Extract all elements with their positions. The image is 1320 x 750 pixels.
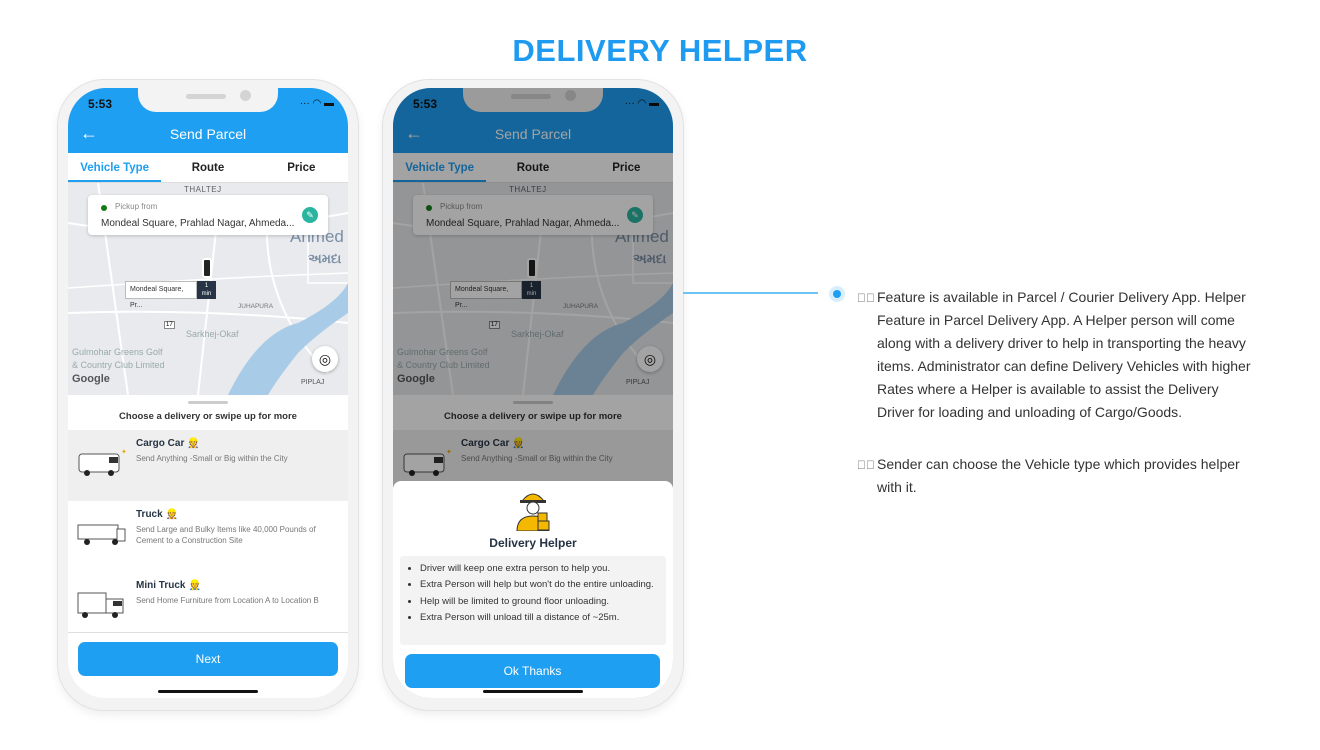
connector-dot (829, 286, 845, 302)
feature-item: ✓⃝ Feature is available in Parcel / Couri… (857, 286, 1257, 424)
page-title: DELIVERY HELPER (512, 33, 808, 68)
app-header: 5:53 ··· ◠ ▬ ← Send Parcel (68, 88, 348, 153)
eta-badge: 1 min (197, 281, 216, 299)
vehicle-desc: Send Anything -Small or Big within the C… (136, 454, 288, 463)
highway-badge: 17 (164, 321, 175, 329)
next-button[interactable]: Next (78, 642, 338, 676)
status-time: 5:53 (88, 97, 113, 111)
phone-notch (138, 88, 278, 112)
eta-value: 1 (204, 283, 209, 289)
svg-text:✦: ✦ (121, 448, 127, 456)
ok-thanks-button[interactable]: Ok Thanks (405, 654, 660, 688)
tab-bar: Vehicle Type Route Price (68, 153, 348, 183)
helper-info-item: Extra Person will unload till a distance… (420, 610, 666, 626)
vehicle-row-cargo-car[interactable]: ✦ Cargo Car 👷 Send Anything -Small or Big… (68, 430, 348, 501)
map-label: Sarkhej-Okaf (186, 329, 239, 339)
helper-info-list: Driver will keep one extra person to hel… (400, 556, 666, 645)
connector-line (683, 292, 818, 294)
delivery-helper-modal: Delivery Helper Driver will keep one ext… (393, 481, 673, 698)
pickup-label: Pickup from (115, 202, 158, 211)
phone-screen: 5:53 ··· ◠ ▬ ← Send Parcel Vehicle Type … (393, 88, 673, 698)
pickup-address: Mondeal Square, Prahlad Nagar, Ahmeda... (101, 218, 295, 229)
feature-item: ✓⃝ Sender can choose the Vehicle type whi… (857, 453, 1257, 499)
map-label: Gulmohar Greens Golf (72, 347, 163, 357)
vehicle-name-text: Cargo Car (136, 438, 185, 449)
pickup-card[interactable]: Pickup from Mondeal Square, Prahlad Naga… (88, 195, 328, 235)
marker-label: Mondeal Square, Pr... (125, 281, 197, 309)
speaker (186, 94, 226, 99)
feature-text: Sender can choose the Vehicle type which… (877, 456, 1240, 495)
home-indicator (158, 690, 258, 693)
check-circle-icon: ✓⃝ (857, 291, 875, 305)
vehicle-row-truck[interactable]: Truck👷 Send Large and Bulky Items like 4… (68, 501, 348, 572)
drag-handle[interactable] (188, 401, 228, 404)
vehicle-name-text: Truck (136, 509, 163, 520)
vehicle-name: Mini Truck👷 (136, 580, 201, 591)
phone-screen: 5:53 ··· ◠ ▬ ← Send Parcel Vehicle Type … (68, 88, 348, 698)
helper-info-item: Driver will keep one extra person to hel… (420, 561, 666, 577)
cargo-van-icon: ✦ (78, 448, 127, 476)
nav-title: Send Parcel (169, 126, 247, 142)
pickup-dot-icon (101, 205, 107, 211)
helper-badge-icon: 👷 (188, 580, 201, 591)
home-indicator (483, 690, 583, 693)
vehicle-desc: Send Large and Bulky Items like 40,000 P… (136, 525, 316, 545)
map-label: & Country Club Limited (72, 360, 165, 370)
map-label: અમદા (308, 251, 342, 266)
helper-info-item: Extra Person will help but won't do the … (420, 577, 666, 593)
vehicle-desc: Send Home Furniture from Location A to L… (136, 596, 319, 605)
helper-badge-icon: 👷 (165, 509, 179, 520)
vehicle-sheet: Choose a delivery or swipe up for more ✦… (68, 395, 348, 698)
delivery-helper-icon (516, 493, 550, 531)
map-label: PIPLAJ (301, 379, 325, 386)
mini-truck-icon (77, 592, 124, 618)
modal-title: Delivery Helper (489, 536, 577, 550)
truck-icon (77, 524, 126, 545)
eta-unit: min (201, 291, 212, 297)
phone-delivery-helper-popup: 5:53 ··· ◠ ▬ ← Send Parcel Vehicle Type … (383, 80, 683, 710)
edit-pencil-icon[interactable]: ✎ (302, 207, 318, 223)
camera (240, 90, 251, 101)
divider (68, 632, 348, 633)
map-label: THALTEJ (184, 185, 222, 194)
phone-vehicle-selection: 5:53 ··· ◠ ▬ ← Send Parcel Vehicle Type … (58, 80, 358, 710)
vehicle-name: Cargo Car 👷 (136, 438, 200, 449)
locate-me-icon[interactable]: ◎ (312, 346, 338, 372)
car-marker-icon (202, 258, 212, 278)
check-circle-icon: ✓⃝ (857, 458, 875, 472)
sheet-hint: Choose a delivery or swipe up for more (119, 411, 297, 422)
helper-info-item: Help will be limited to ground floor unl… (420, 594, 666, 610)
vehicle-name: Truck👷 (136, 509, 178, 520)
google-logo: Google (72, 373, 110, 385)
feature-text: Feature is available in Parcel / Courier… (877, 289, 1251, 420)
tab-price[interactable]: Price (255, 153, 348, 182)
tab-vehicle-type[interactable]: Vehicle Type (68, 153, 162, 182)
status-icons: ··· ◠ ▬ (299, 98, 334, 109)
helper-badge-icon: 👷 (187, 438, 200, 449)
vehicle-name-text: Mini Truck (136, 580, 186, 591)
map-view[interactable]: THALTEJ Ahmed અમદા JUHAPURA Sarkhej-Okaf… (68, 183, 348, 395)
tab-route[interactable]: Route (161, 153, 254, 182)
map-label: JUHAPURA (238, 303, 274, 310)
